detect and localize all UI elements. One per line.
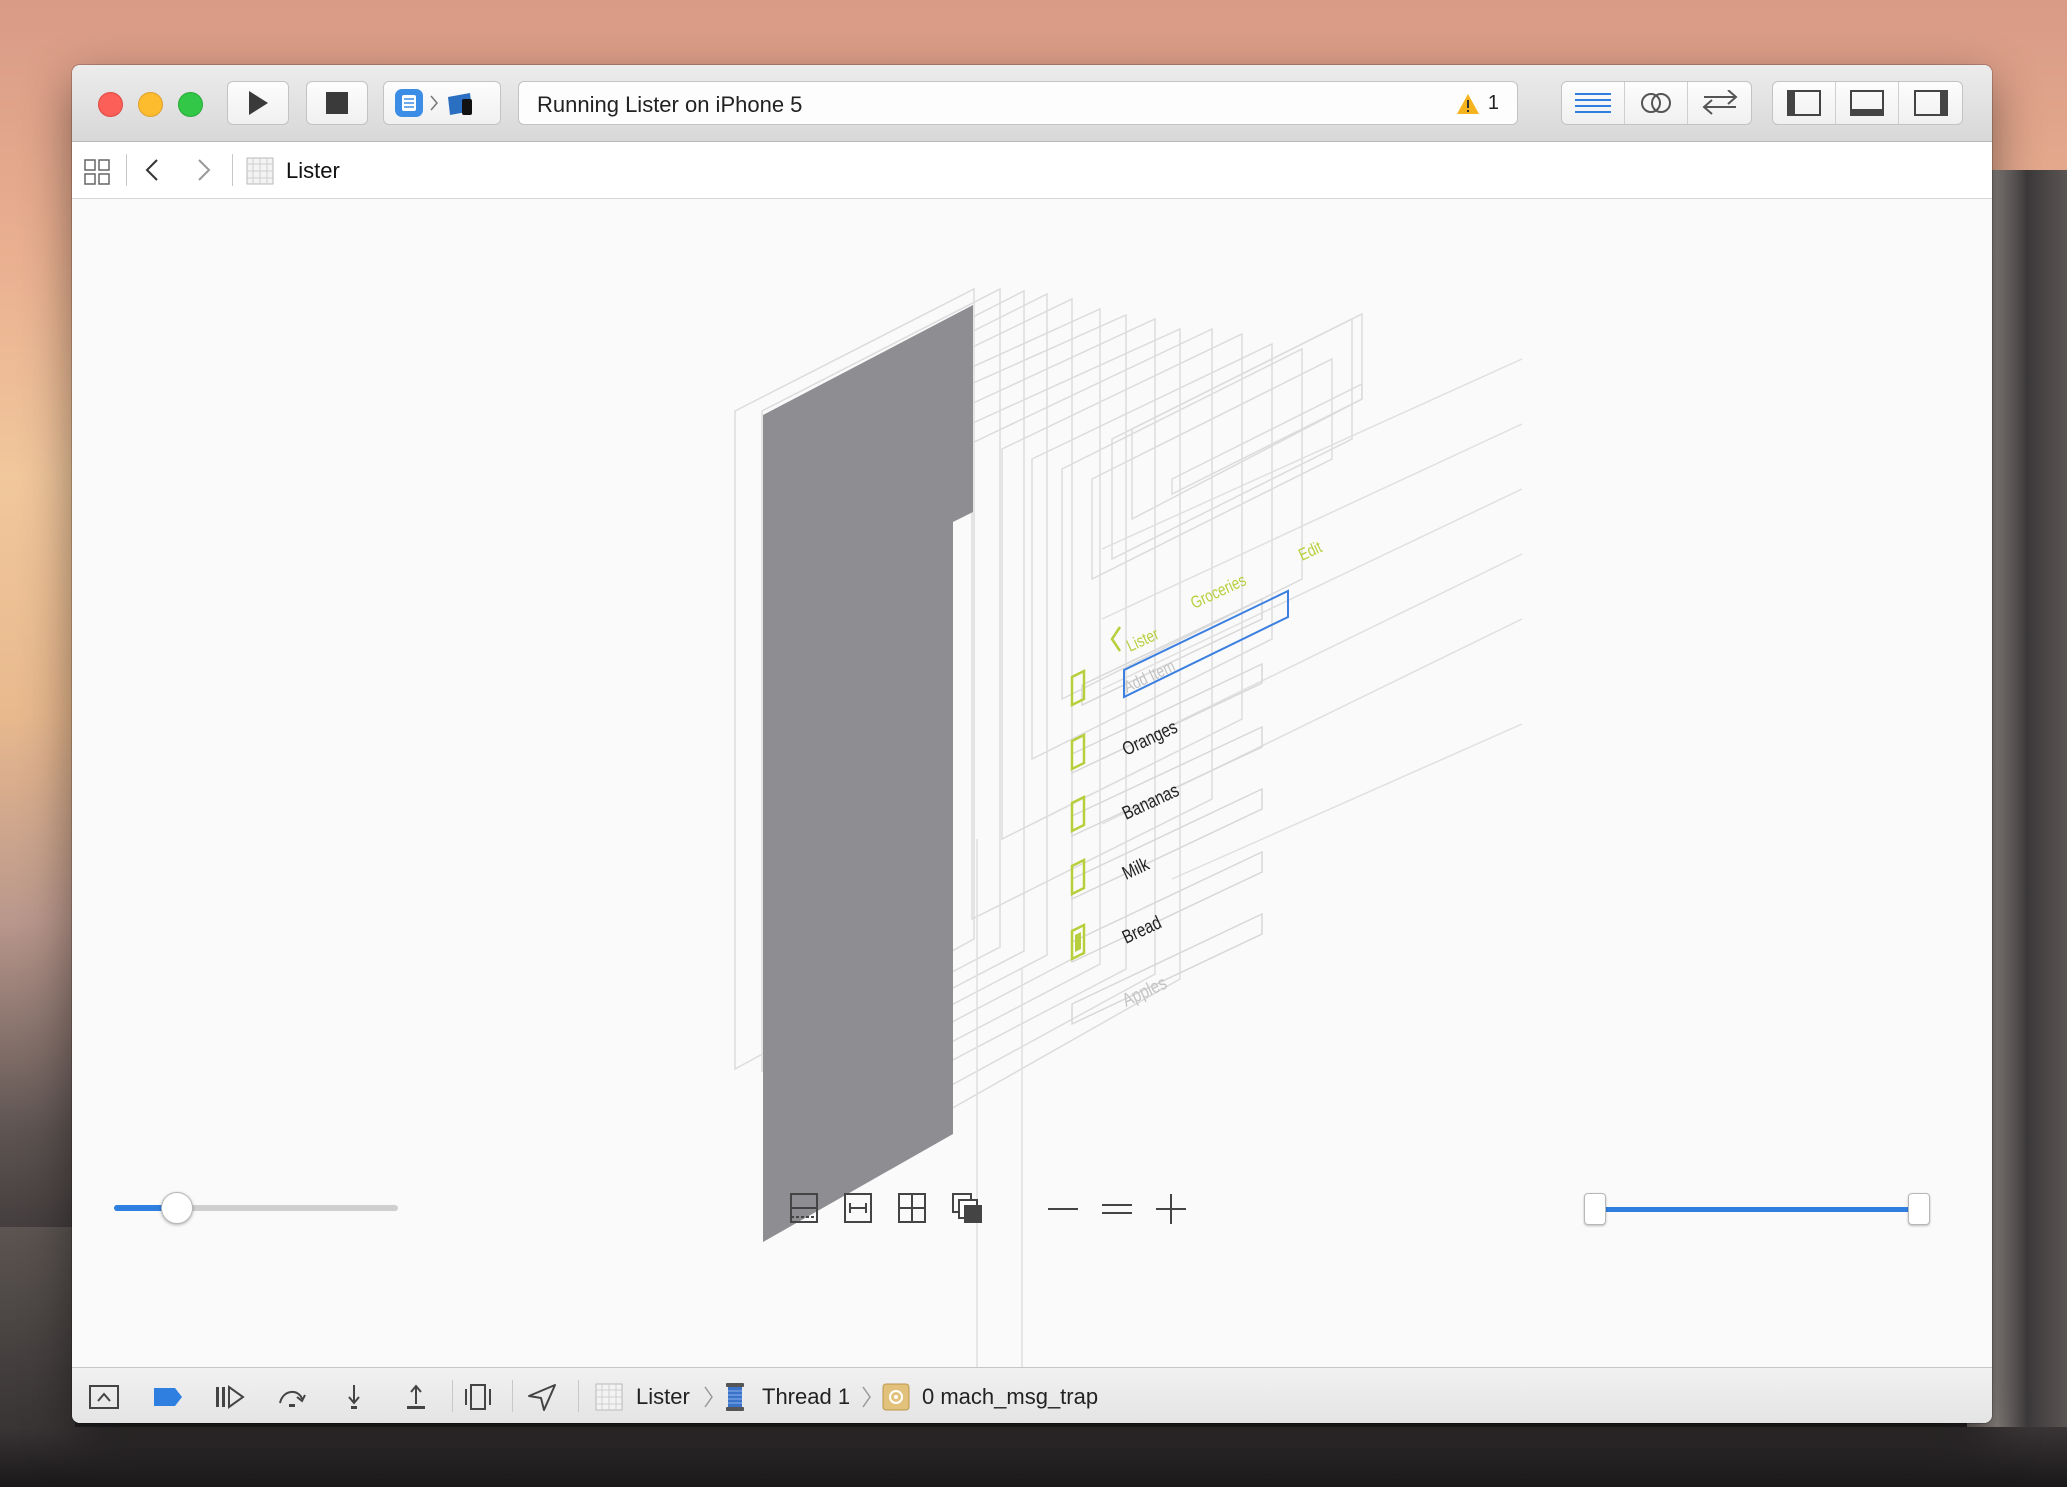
range-slider-low-handle[interactable] — [1584, 1193, 1606, 1225]
xcode-window: Running Lister on iPhone 5 1 Lister List… — [72, 65, 1992, 1423]
view-debugger-file-icon — [246, 157, 274, 185]
activity-viewer: Running Lister on iPhone 5 1 — [518, 81, 1518, 125]
step-into-button[interactable] — [338, 1384, 370, 1410]
item-label[interactable]: Oranges — [1119, 715, 1181, 760]
step-out-button[interactable] — [400, 1384, 432, 1410]
assistant-editor-icon — [1641, 93, 1671, 113]
back-chevron-icon[interactable] — [1110, 626, 1122, 652]
thread-icon — [726, 1383, 744, 1411]
divider — [232, 154, 233, 186]
version-editor-icon — [1701, 90, 1738, 115]
utilities-toggle-button[interactable] — [1899, 82, 1962, 124]
debug-crumb-thread[interactable]: Thread 1 — [762, 1384, 850, 1410]
step-out-icon — [407, 1384, 425, 1409]
close-button[interactable] — [98, 92, 123, 117]
divider — [126, 154, 127, 186]
desktop-ground — [0, 1427, 2067, 1487]
toolbar: Running Lister on iPhone 5 1 — [72, 65, 1992, 142]
device-icon — [448, 93, 472, 115]
app-file-icon — [595, 1383, 623, 1411]
editor-mode-control — [1561, 81, 1752, 125]
standard-editor-icon — [1575, 93, 1611, 113]
zoom-out-icon[interactable] — [1048, 1207, 1078, 1211]
run-button[interactable] — [227, 81, 289, 125]
play-icon — [249, 91, 268, 115]
assistant-editor-button[interactable] — [1625, 82, 1688, 124]
simulate-location-button[interactable] — [526, 1384, 558, 1411]
item-label[interactable]: Milk — [1119, 852, 1153, 884]
checkbox-apples-fill — [1075, 932, 1081, 952]
zoom-button[interactable] — [178, 92, 203, 117]
utilities-panel-icon — [1913, 90, 1948, 116]
scheme-selector[interactable] — [383, 81, 501, 125]
chevron-right-icon — [430, 95, 438, 111]
step-over-button[interactable] — [276, 1384, 308, 1410]
navigator-toggle-button[interactable] — [1773, 82, 1836, 124]
divider — [578, 1380, 579, 1412]
step-over-icon — [279, 1391, 306, 1407]
debug-crumb-frame[interactable]: 0 mach_msg_trap — [922, 1384, 1098, 1410]
view-debugger-canvas: Lister Groceries Edit Add Item Oranges B… — [72, 199, 1992, 1367]
debug-crumb-app[interactable]: Lister — [636, 1384, 690, 1410]
breakpoints-toggle-button[interactable] — [152, 1384, 184, 1410]
status-text: Running Lister on iPhone 5 — [537, 92, 803, 117]
stop-button[interactable] — [306, 81, 368, 125]
debug-bar: Lister Thread 1 0 mach_msg_trap — [72, 1367, 1992, 1423]
breakpoint-icon — [154, 1388, 182, 1406]
range-slider-track[interactable] — [1584, 1193, 1930, 1225]
debug-area-toggle-button[interactable] — [1836, 82, 1899, 124]
hide-debug-area-button[interactable] — [88, 1384, 120, 1410]
version-editor-button[interactable] — [1688, 82, 1751, 124]
back-arrow-icon[interactable] — [144, 158, 160, 182]
nav-title-label: Groceries — [1188, 571, 1250, 613]
warning-indicator[interactable]: 1 — [1456, 92, 1499, 115]
step-into-icon — [348, 1385, 360, 1409]
location-arrow-icon — [528, 1384, 556, 1411]
checkbox-bread[interactable] — [1070, 857, 1086, 897]
jump-bar: Lister — [72, 142, 1992, 199]
jump-bar-crumb[interactable]: Lister — [286, 158, 340, 184]
navigator-panel-icon — [1787, 90, 1821, 116]
chevron-right-icon — [862, 1386, 871, 1408]
forward-arrow-icon[interactable] — [196, 158, 212, 182]
divider — [452, 1380, 453, 1412]
related-items-icon[interactable] — [84, 159, 110, 185]
standard-editor-button[interactable] — [1562, 82, 1625, 124]
zoom-in-icon[interactable] — [1156, 1194, 1186, 1224]
chevron-right-icon — [704, 1386, 713, 1408]
item-label[interactable]: Bananas — [1119, 779, 1183, 824]
warning-count: 1 — [1487, 92, 1499, 114]
warning-icon — [1456, 93, 1479, 114]
view-toggle-control — [1772, 81, 1963, 125]
debug-view-hierarchy-button[interactable] — [462, 1384, 494, 1410]
range-slider-fill — [1594, 1207, 1918, 1212]
actual-size-icon[interactable] — [1102, 1202, 1132, 1216]
debug-area-icon — [89, 1385, 119, 1409]
spacing-slider-track[interactable] — [114, 1192, 398, 1224]
checkbox-bananas[interactable] — [1070, 732, 1086, 772]
view-hierarchy-3d: Lister Groceries Edit Add Item Oranges B… — [734, 287, 1523, 1367]
continue-button[interactable] — [214, 1384, 246, 1410]
item-label[interactable]: Apples — [1119, 971, 1170, 1011]
continue-icon — [216, 1385, 245, 1409]
stack-frame-icon — [882, 1383, 910, 1411]
edit-button-label[interactable]: Edit — [1296, 538, 1326, 565]
app-scheme-icon — [395, 89, 423, 117]
debug-panel-icon — [1850, 90, 1884, 116]
view-hierarchy-icon — [465, 1384, 491, 1410]
minimize-button[interactable] — [138, 92, 163, 117]
window-layer[interactable] — [763, 305, 973, 1242]
divider — [512, 1380, 513, 1412]
show-contents-icon[interactable] — [952, 1193, 984, 1225]
show-clipped-content-icon[interactable] — [790, 1193, 818, 1223]
show-constraints-icon[interactable] — [844, 1193, 872, 1223]
stop-icon — [326, 92, 348, 114]
show-wireframes-icon[interactable] — [898, 1193, 926, 1223]
range-slider-high-handle[interactable] — [1908, 1193, 1930, 1225]
